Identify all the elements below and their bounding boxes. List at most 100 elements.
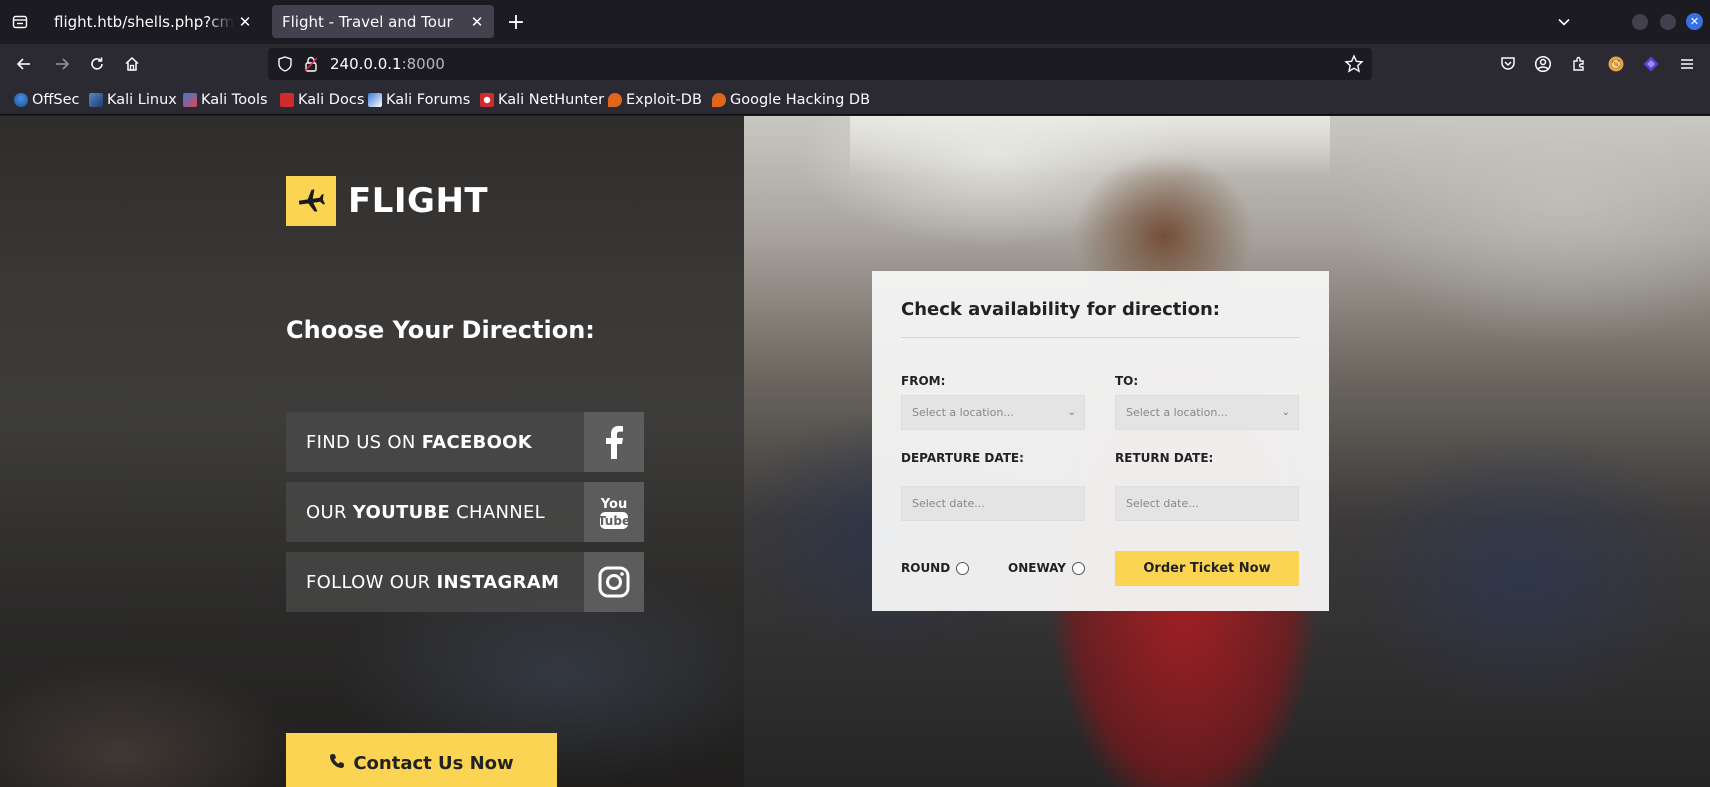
nethunter-icon <box>480 93 494 107</box>
bookmark-star-icon[interactable] <box>1344 54 1364 74</box>
hackbar-extension-icon[interactable] <box>1640 53 1662 75</box>
tab-bar: flight.htb/shells.php?cmd=powershell ✕ F… <box>0 0 1710 44</box>
reload-icon[interactable] <box>85 52 109 76</box>
contact-us-label: Contact Us Now <box>353 752 514 774</box>
form-divider <box>901 337 1300 338</box>
bookmark-label: Kali NetHunter <box>498 92 605 108</box>
youtube-bold: YOUTUBE <box>352 501 451 523</box>
to-select[interactable]: Select a location... ⌄ <box>1115 395 1299 430</box>
departure-date-placeholder: Select date... <box>912 497 985 510</box>
maximize-icon[interactable] <box>1660 14 1676 30</box>
tab-shells[interactable]: flight.htb/shells.php?cmd=powershell ✕ <box>44 5 262 38</box>
round-option[interactable]: ROUND <box>901 561 970 575</box>
tab-title: Flight - Travel and Tour <box>282 12 453 31</box>
logo-text: FLIGHT <box>348 181 489 221</box>
url-port: :8000 <box>401 55 445 73</box>
site-logo[interactable]: FLIGHT <box>286 176 488 226</box>
round-label: ROUND <box>901 561 951 575</box>
nav-bar: 240.0.0.1:8000 <box>0 44 1710 84</box>
to-label: TO: <box>1115 374 1139 388</box>
bookmark-label: Kali Docs <box>298 92 365 108</box>
facebook-icon <box>584 412 644 472</box>
instagram-icon <box>584 552 644 612</box>
youtube-link-text: OUR YOUTUBE CHANNEL <box>286 502 584 523</box>
youtube-pre: OUR <box>306 501 353 523</box>
bookmark-label: OffSec <box>32 92 80 108</box>
facebook-link[interactable]: FIND US ON FACEBOOK <box>286 412 644 472</box>
close-icon[interactable]: ✕ <box>234 11 256 33</box>
bookmark-label: Google Hacking DB <box>730 92 871 108</box>
instagram-link-text: FOLLOW OUR INSTAGRAM <box>286 572 584 593</box>
pocket-icon[interactable] <box>1497 53 1519 75</box>
airplane-icon <box>286 176 336 226</box>
youtube-link[interactable]: OUR YOUTUBE CHANNEL You Tube <box>286 482 644 542</box>
back-icon[interactable] <box>12 52 36 76</box>
cabin-light <box>850 116 1330 176</box>
order-ticket-button[interactable]: Order Ticket Now <box>1115 551 1299 586</box>
svg-text:You: You <box>600 497 627 512</box>
availability-form: Check availability for direction: FROM: … <box>872 271 1329 611</box>
instagram-link[interactable]: FOLLOW OUR INSTAGRAM <box>286 552 644 612</box>
from-select[interactable]: Select a location... ⌄ <box>901 395 1085 430</box>
window-close-icon[interactable]: ✕ <box>1686 13 1703 30</box>
contact-us-button[interactable]: Contact Us Now <box>286 733 557 787</box>
oneway-radio[interactable] <box>1071 561 1085 575</box>
chevron-down-icon[interactable] <box>1552 10 1576 34</box>
url-bar[interactable]: 240.0.0.1:8000 <box>268 48 1372 80</box>
bookmark-kali-nethunter[interactable]: Kali NetHunter <box>480 90 604 110</box>
bookmark-label: Kali Tools <box>201 92 268 108</box>
round-radio[interactable] <box>956 561 970 575</box>
bookmark-label: Kali Linux <box>107 92 177 108</box>
bookmark-label: Kali Forums <box>386 92 471 108</box>
instagram-bold: INSTAGRAM <box>436 571 560 593</box>
return-date-label: RETURN DATE: <box>1115 451 1214 465</box>
oneway-option[interactable]: ONEWAY <box>1008 561 1085 575</box>
departure-date-label: DEPARTURE DATE: <box>901 451 1024 465</box>
account-icon[interactable] <box>1532 53 1554 75</box>
shield-icon[interactable] <box>276 55 294 73</box>
kali-icon <box>89 93 103 107</box>
offsec-icon <box>14 93 28 107</box>
youtube-post: CHANNEL <box>450 501 545 523</box>
forward-icon[interactable] <box>50 52 74 76</box>
new-tab-icon[interactable]: + <box>504 10 528 35</box>
tab-title: flight.htb/shells.php?cmd=powershell <box>54 12 234 31</box>
svg-text:Tube: Tube <box>598 514 630 528</box>
bookmark-google-hacking-db[interactable]: Google Hacking DB <box>712 90 870 110</box>
page-content: FLIGHT Choose Your Direction: FIND US ON… <box>0 116 1710 787</box>
from-label: FROM: <box>901 374 946 388</box>
ghdb-icon <box>712 93 726 107</box>
bookmark-label: Exploit-DB <box>626 92 702 108</box>
departure-date-input[interactable]: Select date... <box>901 486 1085 521</box>
direction-title: Choose Your Direction: <box>286 316 595 344</box>
oneway-label: ONEWAY <box>1008 561 1066 575</box>
exploitdb-icon <box>608 93 622 107</box>
tab-flight[interactable]: Flight - Travel and Tour ✕ <box>272 5 494 38</box>
form-title: Check availability for direction: <box>901 299 1220 320</box>
youtube-icon: You Tube <box>584 482 644 542</box>
bookmark-kali-docs[interactable]: Kali Docs <box>280 90 364 110</box>
minimize-icon[interactable] <box>1632 14 1648 30</box>
bookmark-kali-forums[interactable]: Kali Forums <box>368 90 470 110</box>
return-date-input[interactable]: Select date... <box>1115 486 1299 521</box>
home-icon[interactable] <box>120 52 144 76</box>
bookmark-offsec[interactable]: OffSec <box>14 90 80 110</box>
facebook-pre: FIND US ON <box>306 431 422 453</box>
kali-docs-icon <box>280 93 294 107</box>
phone-icon <box>329 753 345 774</box>
instagram-pre: FOLLOW OUR <box>306 571 437 593</box>
menu-icon[interactable] <box>1676 53 1698 75</box>
bookmark-exploit-db[interactable]: Exploit-DB <box>608 90 702 110</box>
lock-icon[interactable] <box>302 55 320 73</box>
tab-list-icon[interactable] <box>8 10 32 34</box>
bookmark-kali-tools[interactable]: Kali Tools <box>183 90 268 110</box>
url-text: 240.0.0.1:8000 <box>330 55 445 73</box>
extensions-icon[interactable] <box>1568 53 1590 75</box>
url-host: 240.0.0.1 <box>330 55 402 73</box>
bookmark-kali-linux[interactable]: Kali Linux <box>89 90 177 110</box>
chevron-down-icon: ⌄ <box>1281 407 1290 418</box>
close-icon[interactable]: ✕ <box>466 11 488 33</box>
chevron-down-icon: ⌄ <box>1067 407 1076 418</box>
bookmarks-bar: OffSec Kali Linux Kali Tools Kali Docs K… <box>0 84 1710 115</box>
cookie-extension-icon[interactable] <box>1605 53 1627 75</box>
